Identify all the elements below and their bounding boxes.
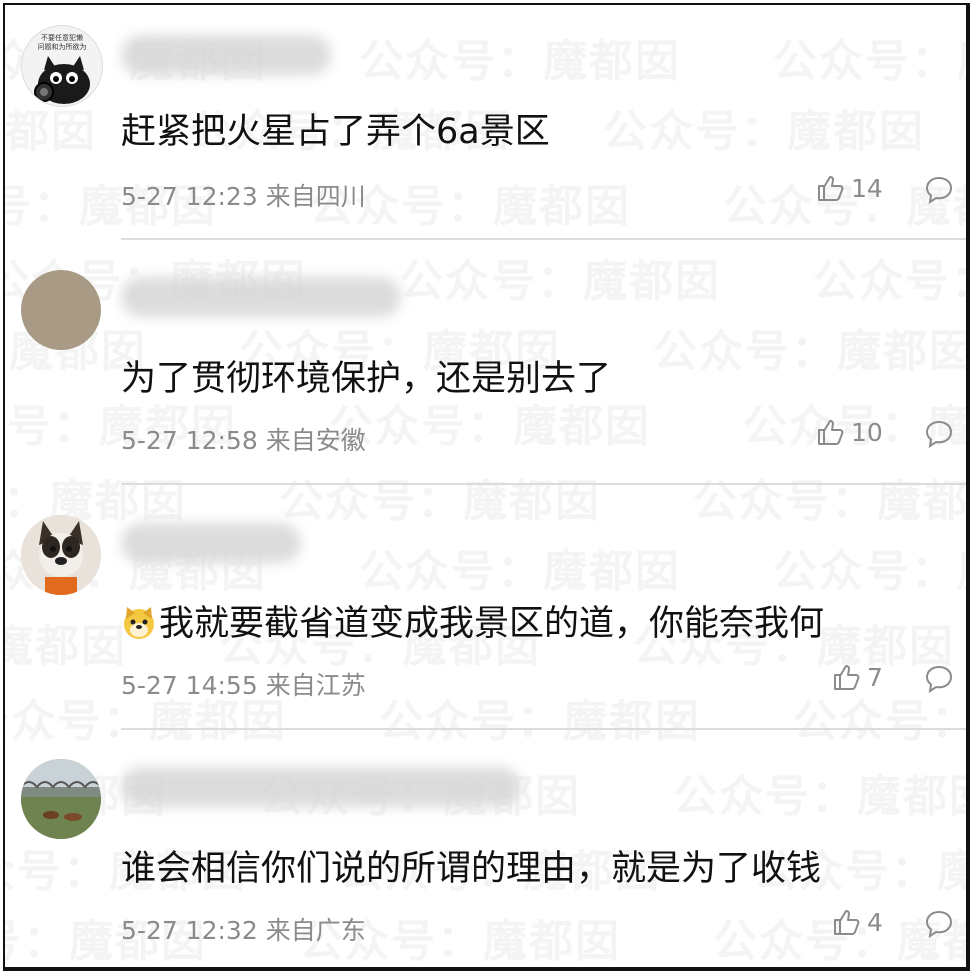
- comment-time: 5-27 12:32: [121, 916, 258, 945]
- avatar[interactable]: 不要任意犯懒 问题和为所欲为: [21, 25, 103, 107]
- comment-time: 5-27 12:23: [121, 182, 258, 211]
- dog-face-emoji-icon: [124, 607, 154, 639]
- like-count: 10: [851, 417, 883, 447]
- comment-text: 赶紧把火星占了弄个6a景区: [121, 112, 550, 152]
- divider: [121, 483, 966, 485]
- comment-meta: 5-27 14:55 来自江苏: [121, 666, 366, 702]
- reply-button[interactable]: [924, 419, 954, 449]
- comment-location: 来自安徽: [265, 426, 366, 455]
- comment-bubble-icon: [925, 176, 953, 205]
- thumbs-up-icon: [834, 665, 860, 690]
- comment-list: 公众号：魔都囡 公众号：魔都囡 公众号：魔都囡 公众号：魔都囡 公众号：魔都囡 …: [3, 3, 970, 971]
- comment-meta: 5-27 12:23 来自四川: [121, 177, 366, 213]
- like-count: 7: [867, 662, 883, 692]
- like-button[interactable]: 7: [831, 662, 883, 692]
- avatar[interactable]: [21, 759, 101, 839]
- comment-text: 谁会相信你们说的所谓的理由，就是为了收钱: [121, 849, 822, 889]
- comment-location: 来自广东: [265, 916, 366, 945]
- svg-text:问题和为所欲为: 问题和为所欲为: [38, 42, 87, 51]
- black-cat-avatar-icon: 不要任意犯懒 问题和为所欲为: [34, 33, 90, 104]
- comment-time: 5-27 14:55: [121, 671, 258, 700]
- svg-text:不要任意犯懒: 不要任意犯懒: [41, 33, 83, 42]
- username-blurred[interactable]: [121, 35, 331, 75]
- like-button[interactable]: 14: [815, 173, 883, 203]
- like-button[interactable]: 10: [815, 417, 883, 447]
- comment-bubble-icon: [925, 910, 953, 939]
- reply-button[interactable]: [924, 909, 954, 939]
- comment-location: 来自江苏: [265, 671, 366, 700]
- like-count: 14: [851, 173, 883, 203]
- like-button[interactable]: 4: [831, 907, 883, 937]
- reply-button[interactable]: [924, 175, 954, 205]
- comment-bubble-icon: [925, 420, 953, 449]
- username-blurred[interactable]: [121, 767, 521, 807]
- divider: [121, 238, 966, 240]
- comment-location: 来自四川: [265, 182, 366, 211]
- username-blurred[interactable]: [121, 277, 401, 317]
- avatar[interactable]: [21, 270, 101, 350]
- username-blurred[interactable]: [121, 523, 301, 563]
- like-count: 4: [867, 907, 883, 937]
- french-bulldog-avatar-icon: [21, 515, 101, 595]
- comment-time: 5-27 12:58: [121, 426, 258, 455]
- comment-bubble-icon: [925, 665, 953, 694]
- comment-text: 我就要截省道变成我景区的道，你能奈我何: [121, 595, 824, 646]
- landscape-bridge-avatar-icon: [21, 759, 101, 839]
- comment-text: 为了贯彻环境保护，还是别去了: [121, 359, 612, 399]
- avatar[interactable]: [21, 515, 101, 595]
- reply-button[interactable]: [924, 664, 954, 694]
- comment-meta: 5-27 12:32 来自广东: [121, 911, 366, 947]
- comment-meta: 5-27 12:58 来自安徽: [121, 421, 366, 457]
- thumbs-up-icon: [818, 420, 844, 445]
- thumbs-up-icon: [818, 176, 844, 201]
- thumbs-up-icon: [834, 910, 860, 935]
- divider: [121, 728, 966, 730]
